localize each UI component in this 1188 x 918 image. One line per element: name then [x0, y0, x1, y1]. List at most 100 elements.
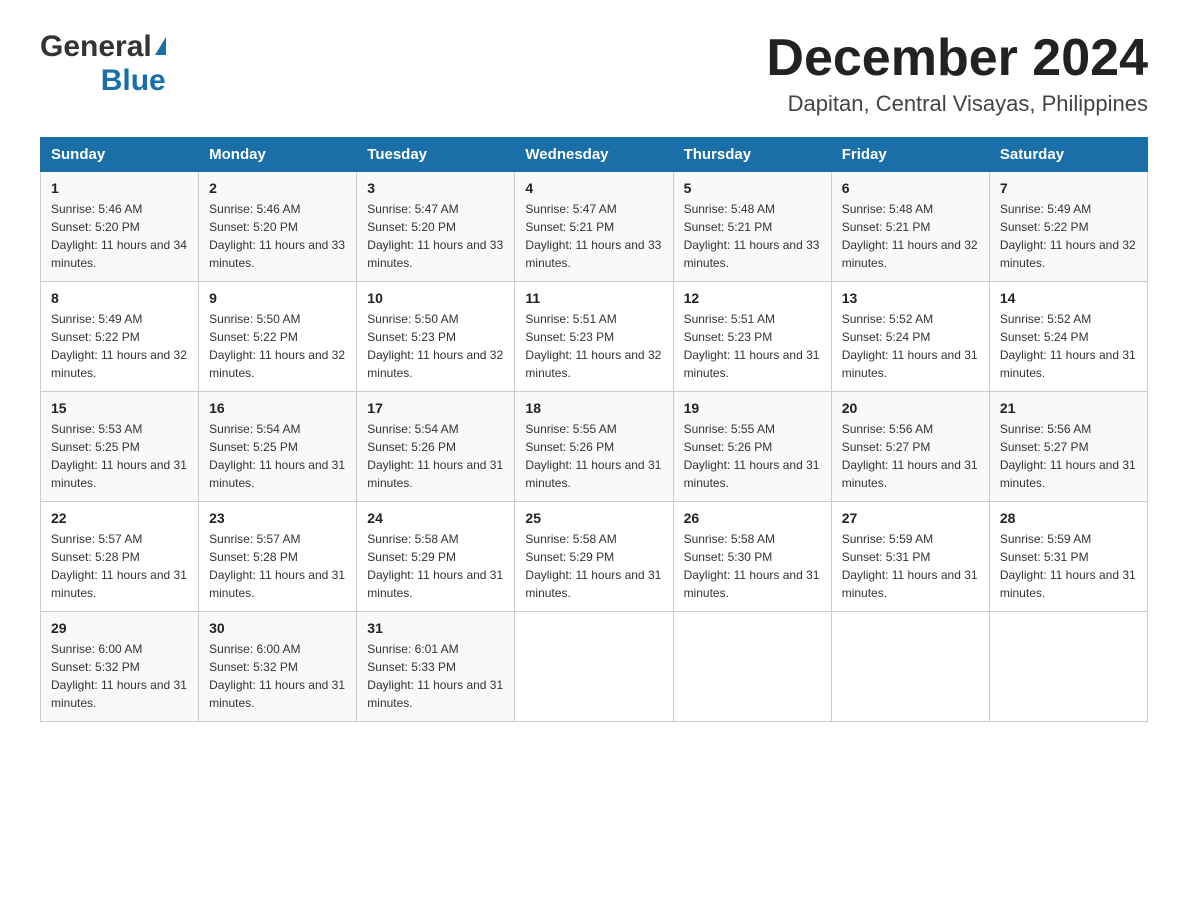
daylight-label: Daylight: 11 hours and 31 minutes. [842, 458, 978, 490]
daylight-label: Daylight: 11 hours and 31 minutes. [684, 458, 820, 490]
day-cell: 25 Sunrise: 5:58 AM Sunset: 5:29 PM Dayl… [515, 502, 673, 612]
day-info: Sunrise: 5:52 AM Sunset: 5:24 PM Dayligh… [1000, 310, 1137, 382]
day-cell: 20 Sunrise: 5:56 AM Sunset: 5:27 PM Dayl… [831, 392, 989, 502]
day-info: Sunrise: 5:51 AM Sunset: 5:23 PM Dayligh… [525, 310, 662, 382]
header-cell-thursday: Thursday [673, 138, 831, 172]
sunset-label: Sunset: 5:23 PM [684, 330, 773, 344]
daylight-label: Daylight: 11 hours and 33 minutes. [525, 238, 661, 270]
logo-line2: Blue [40, 64, 166, 98]
daylight-label: Daylight: 11 hours and 31 minutes. [842, 568, 978, 600]
day-info: Sunrise: 5:48 AM Sunset: 5:21 PM Dayligh… [842, 200, 979, 272]
day-info: Sunrise: 5:50 AM Sunset: 5:22 PM Dayligh… [209, 310, 346, 382]
sunrise-label: Sunrise: 5:54 AM [209, 422, 300, 436]
day-info: Sunrise: 5:56 AM Sunset: 5:27 PM Dayligh… [1000, 420, 1137, 492]
daylight-label: Daylight: 11 hours and 31 minutes. [209, 678, 345, 710]
daylight-label: Daylight: 11 hours and 31 minutes. [367, 458, 503, 490]
day-info: Sunrise: 5:46 AM Sunset: 5:20 PM Dayligh… [209, 200, 346, 272]
header-cell-wednesday: Wednesday [515, 138, 673, 172]
day-cell: 26 Sunrise: 5:58 AM Sunset: 5:30 PM Dayl… [673, 502, 831, 612]
daylight-label: Daylight: 11 hours and 33 minutes. [209, 238, 345, 270]
daylight-label: Daylight: 11 hours and 33 minutes. [684, 238, 820, 270]
calendar-header: SundayMondayTuesdayWednesdayThursdayFrid… [41, 138, 1148, 172]
daylight-label: Daylight: 11 hours and 32 minutes. [525, 348, 661, 380]
sunset-label: Sunset: 5:23 PM [367, 330, 456, 344]
day-number: 4 [525, 180, 662, 196]
day-cell [515, 612, 673, 722]
logo-blue: Blue [101, 64, 166, 98]
header-cell-sunday: Sunday [41, 138, 199, 172]
day-cell: 22 Sunrise: 5:57 AM Sunset: 5:28 PM Dayl… [41, 502, 199, 612]
sunset-label: Sunset: 5:20 PM [209, 220, 298, 234]
day-info: Sunrise: 5:51 AM Sunset: 5:23 PM Dayligh… [684, 310, 821, 382]
day-info: Sunrise: 6:01 AM Sunset: 5:33 PM Dayligh… [367, 640, 504, 712]
day-cell: 28 Sunrise: 5:59 AM Sunset: 5:31 PM Dayl… [989, 502, 1147, 612]
daylight-label: Daylight: 11 hours and 31 minutes. [51, 678, 187, 710]
sunset-label: Sunset: 5:25 PM [209, 440, 298, 454]
day-cell: 5 Sunrise: 5:48 AM Sunset: 5:21 PM Dayli… [673, 172, 831, 282]
day-number: 11 [525, 290, 662, 306]
sunset-label: Sunset: 5:26 PM [525, 440, 614, 454]
day-cell: 17 Sunrise: 5:54 AM Sunset: 5:26 PM Dayl… [357, 392, 515, 502]
day-info: Sunrise: 5:47 AM Sunset: 5:20 PM Dayligh… [367, 200, 504, 272]
day-info: Sunrise: 5:47 AM Sunset: 5:21 PM Dayligh… [525, 200, 662, 272]
day-cell: 8 Sunrise: 5:49 AM Sunset: 5:22 PM Dayli… [41, 282, 199, 392]
day-info: Sunrise: 5:58 AM Sunset: 5:29 PM Dayligh… [525, 530, 662, 602]
daylight-label: Daylight: 11 hours and 31 minutes. [209, 458, 345, 490]
sunrise-label: Sunrise: 5:57 AM [51, 532, 142, 546]
day-info: Sunrise: 5:58 AM Sunset: 5:30 PM Dayligh… [684, 530, 821, 602]
day-cell: 2 Sunrise: 5:46 AM Sunset: 5:20 PM Dayli… [199, 172, 357, 282]
day-info: Sunrise: 5:58 AM Sunset: 5:29 PM Dayligh… [367, 530, 504, 602]
sunrise-label: Sunrise: 5:48 AM [684, 202, 775, 216]
day-info: Sunrise: 5:59 AM Sunset: 5:31 PM Dayligh… [842, 530, 979, 602]
logo-text: General Blue [40, 30, 166, 98]
sunset-label: Sunset: 5:28 PM [51, 550, 140, 564]
sunrise-label: Sunrise: 5:52 AM [1000, 312, 1091, 326]
day-number: 30 [209, 620, 346, 636]
sunset-label: Sunset: 5:26 PM [367, 440, 456, 454]
day-cell: 16 Sunrise: 5:54 AM Sunset: 5:25 PM Dayl… [199, 392, 357, 502]
triangle-icon [155, 37, 166, 55]
day-number: 18 [525, 400, 662, 416]
sunrise-label: Sunrise: 5:51 AM [525, 312, 616, 326]
sunrise-label: Sunrise: 5:49 AM [51, 312, 142, 326]
logo-row1: General [40, 30, 166, 64]
header-cell-tuesday: Tuesday [357, 138, 515, 172]
sunset-label: Sunset: 5:25 PM [51, 440, 140, 454]
day-number: 27 [842, 510, 979, 526]
day-cell: 13 Sunrise: 5:52 AM Sunset: 5:24 PM Dayl… [831, 282, 989, 392]
sunrise-label: Sunrise: 5:50 AM [367, 312, 458, 326]
day-cell: 9 Sunrise: 5:50 AM Sunset: 5:22 PM Dayli… [199, 282, 357, 392]
logo-general: General [40, 30, 152, 64]
sunrise-label: Sunrise: 5:58 AM [525, 532, 616, 546]
day-cell: 6 Sunrise: 5:48 AM Sunset: 5:21 PM Dayli… [831, 172, 989, 282]
day-number: 6 [842, 180, 979, 196]
sunset-label: Sunset: 5:31 PM [1000, 550, 1089, 564]
day-number: 10 [367, 290, 504, 306]
week-row-4: 22 Sunrise: 5:57 AM Sunset: 5:28 PM Dayl… [41, 502, 1148, 612]
sunrise-label: Sunrise: 5:58 AM [684, 532, 775, 546]
day-info: Sunrise: 5:55 AM Sunset: 5:26 PM Dayligh… [684, 420, 821, 492]
day-number: 15 [51, 400, 188, 416]
location: Dapitan, Central Visayas, Philippines [766, 91, 1148, 117]
day-info: Sunrise: 5:56 AM Sunset: 5:27 PM Dayligh… [842, 420, 979, 492]
week-row-1: 1 Sunrise: 5:46 AM Sunset: 5:20 PM Dayli… [41, 172, 1148, 282]
day-number: 19 [684, 400, 821, 416]
calendar-table: SundayMondayTuesdayWednesdayThursdayFrid… [40, 137, 1148, 722]
sunset-label: Sunset: 5:29 PM [367, 550, 456, 564]
daylight-label: Daylight: 11 hours and 31 minutes. [525, 458, 661, 490]
sunset-label: Sunset: 5:27 PM [1000, 440, 1089, 454]
daylight-label: Daylight: 11 hours and 32 minutes. [51, 348, 187, 380]
sunset-label: Sunset: 5:21 PM [842, 220, 931, 234]
sunrise-label: Sunrise: 5:59 AM [842, 532, 933, 546]
daylight-label: Daylight: 11 hours and 31 minutes. [367, 568, 503, 600]
day-cell: 14 Sunrise: 5:52 AM Sunset: 5:24 PM Dayl… [989, 282, 1147, 392]
sunset-label: Sunset: 5:28 PM [209, 550, 298, 564]
daylight-label: Daylight: 11 hours and 31 minutes. [684, 348, 820, 380]
sunrise-label: Sunrise: 5:58 AM [367, 532, 458, 546]
sunset-label: Sunset: 5:20 PM [51, 220, 140, 234]
daylight-label: Daylight: 11 hours and 31 minutes. [1000, 568, 1136, 600]
sunrise-label: Sunrise: 5:56 AM [842, 422, 933, 436]
day-cell: 31 Sunrise: 6:01 AM Sunset: 5:33 PM Dayl… [357, 612, 515, 722]
sunrise-label: Sunrise: 5:56 AM [1000, 422, 1091, 436]
month-title: December 2024 [766, 30, 1148, 87]
